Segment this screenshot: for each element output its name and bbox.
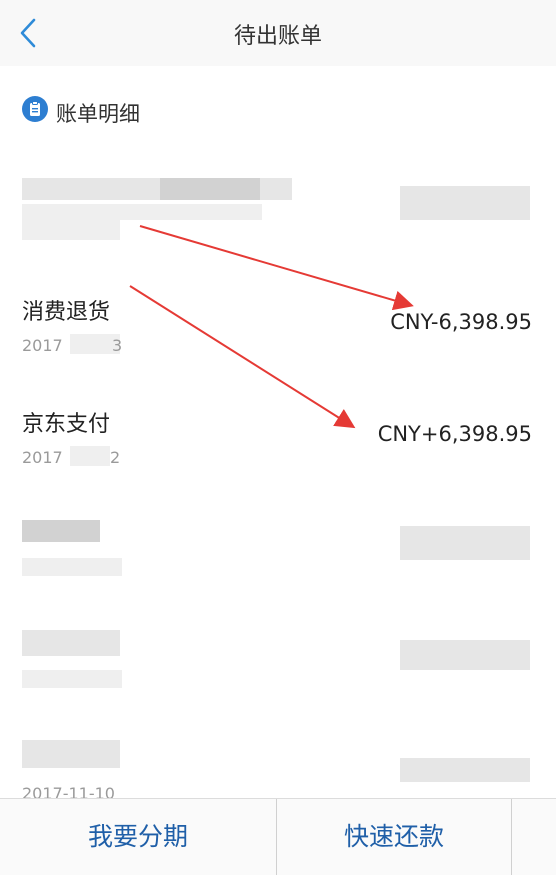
bottom-action-bar: 我要分期 快速还款 — [0, 798, 556, 875]
transaction-date-tail: 2 — [110, 448, 121, 467]
obscured-amount — [400, 186, 530, 220]
transaction-date: 2017 — [22, 336, 63, 355]
installment-button[interactable]: 我要分期 — [0, 799, 276, 875]
obscured-date — [22, 670, 122, 688]
clipboard-icon — [22, 96, 48, 122]
transaction-title: 消费退货 — [22, 300, 111, 325]
page-title: 待出账单 — [233, 24, 322, 49]
obscured-date-part — [70, 446, 110, 466]
transaction-date-tail: 3 — [112, 336, 123, 355]
quick-repay-button[interactable]: 快速还款 — [277, 799, 511, 875]
header-bar: 待出账单 — [0, 0, 556, 67]
obscured-title — [22, 520, 100, 542]
transaction-row[interactable] — [0, 600, 556, 713]
transaction-row[interactable] — [0, 152, 556, 265]
transaction-row[interactable] — [0, 488, 556, 601]
obscured-title-block — [160, 178, 260, 200]
transaction-row[interactable]: 消费退货 2017 3 CNY-6,398.95 — [0, 264, 556, 377]
divider — [511, 799, 512, 875]
obscured-date — [22, 220, 120, 240]
obscured-date — [22, 558, 122, 576]
obscured-amount — [400, 526, 530, 560]
transaction-title: 京东支付 — [22, 412, 111, 437]
transaction-date: 2017 — [22, 448, 63, 467]
transaction-amount: CNY+6,398.95 — [377, 422, 532, 446]
obscured-title — [22, 630, 120, 656]
transaction-row[interactable]: 京东支付 2017 2 CNY+6,398.95 — [0, 376, 556, 489]
bill-detail-section-header: 账单明细 — [0, 66, 556, 153]
obscured-amount — [400, 758, 530, 782]
obscured-title-line2 — [22, 204, 262, 220]
section-title: 账单明细 — [56, 102, 140, 126]
obscured-amount — [400, 640, 530, 670]
transaction-amount: CNY-6,398.95 — [390, 310, 532, 334]
obscured-title — [22, 740, 120, 768]
